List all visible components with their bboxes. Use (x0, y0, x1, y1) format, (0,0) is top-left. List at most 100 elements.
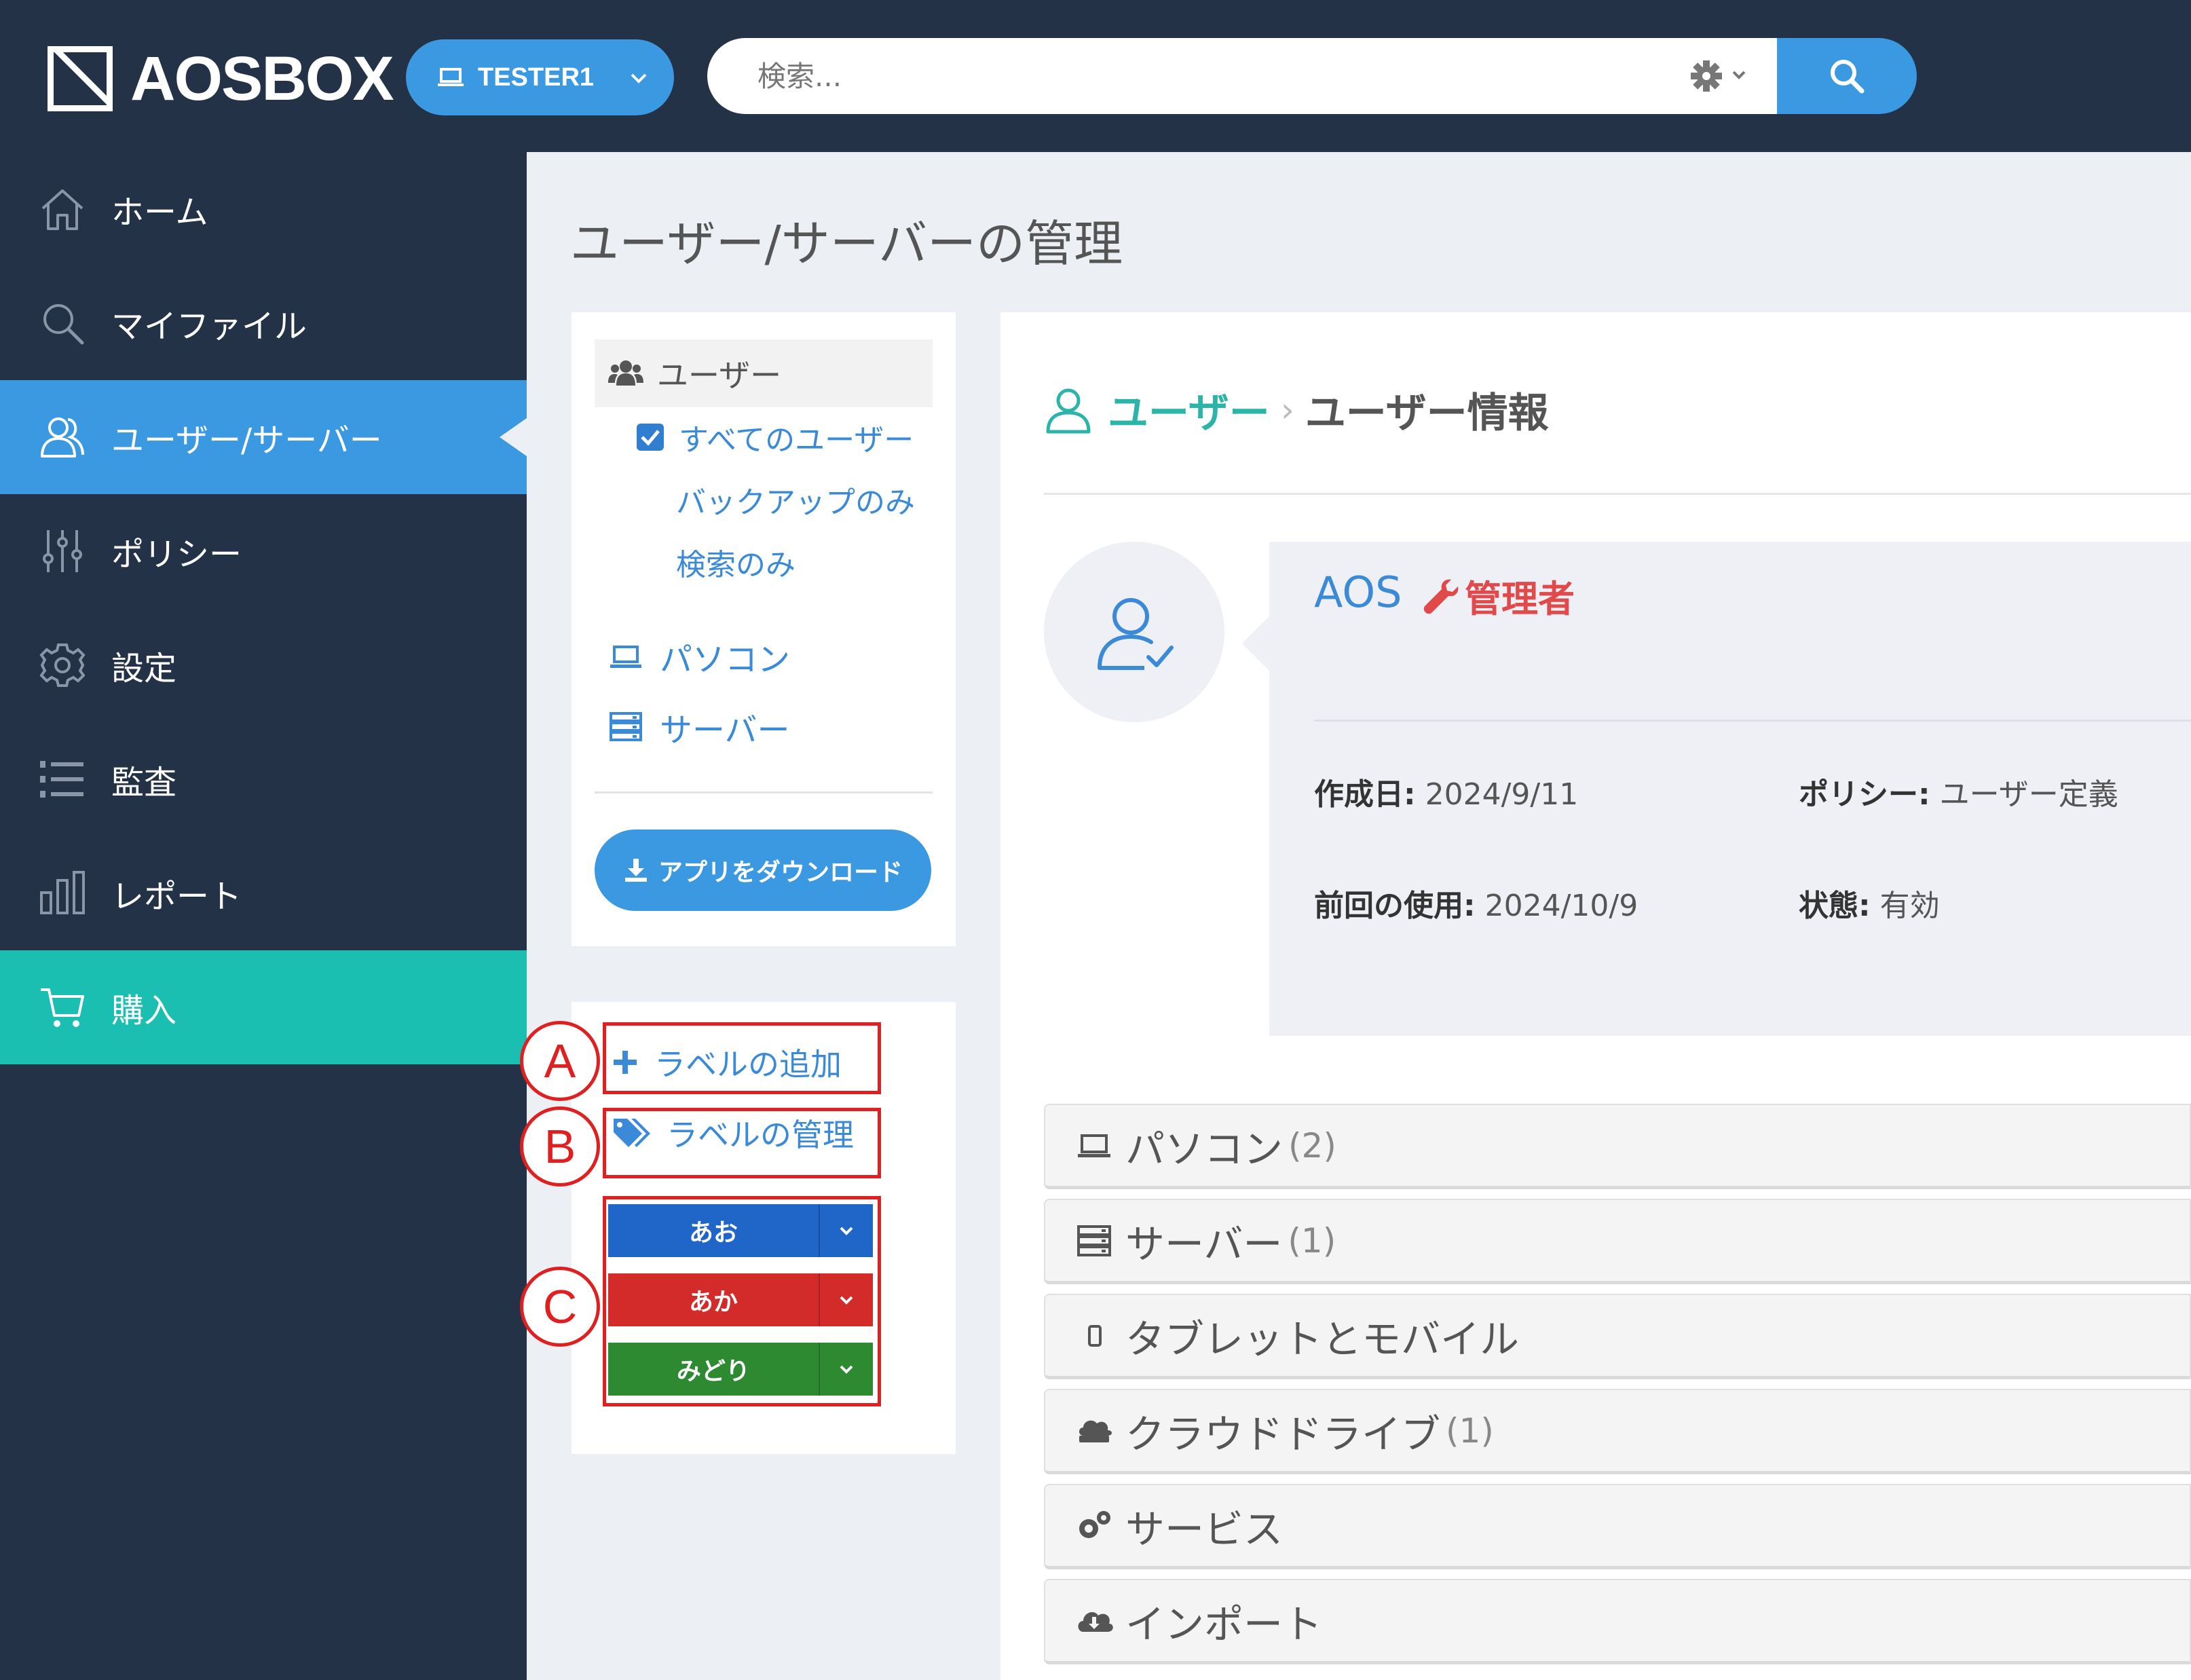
sidebar-item-label: ポリシー (111, 536, 242, 574)
sidebar-item-my-files[interactable]: マイファイル (0, 266, 527, 380)
users-tree-header[interactable]: ユーザー (595, 339, 933, 407)
annotation-box-a (603, 1022, 881, 1094)
annotation-box-c (603, 1196, 881, 1406)
last-used-value: 2024/10/9 (1484, 889, 1638, 923)
cogs-icon (1075, 1507, 1113, 1545)
tenant-selector[interactable]: TESTER1 (406, 39, 674, 115)
annotation-marker-c: C (520, 1267, 600, 1347)
users-tree-label: ユーザー (657, 357, 782, 394)
download-app-button[interactable]: アプリをダウンロード (595, 829, 931, 911)
section-server[interactable]: サーバー (1) (1044, 1199, 2191, 1284)
policy-field: ポリシー: ユーザー定義 (1799, 770, 2118, 813)
sidebar-item-audit[interactable]: 監査 (0, 722, 527, 836)
sidebar-item-label: 購入 (111, 992, 177, 1030)
filter-all-users-label: すべてのユーザー (679, 423, 914, 458)
logo[interactable]: AOSBOX (48, 44, 394, 113)
sidebar-item-report[interactable]: レポート (0, 836, 527, 950)
search-options-gear-icon[interactable] (1690, 58, 1751, 94)
tree-link-pc-label: パソコン (660, 641, 791, 679)
logo-text: AOSBOX (130, 44, 394, 113)
sidebar-item-label: マイファイル (111, 307, 307, 346)
section-services[interactable]: サービス (1044, 1484, 2191, 1569)
tenant-label: TESTER1 (478, 62, 595, 92)
created-value: 2024/9/11 (1425, 777, 1579, 812)
download-icon (624, 859, 647, 882)
top-bar: AOSBOX TESTER1 (0, 0, 2191, 152)
sidebar-item-settings[interactable]: 設定 (0, 608, 527, 722)
search-input[interactable] (757, 56, 1640, 96)
filter-search-only[interactable]: 検索のみ (676, 540, 795, 584)
chevron-down-icon (631, 73, 647, 83)
logo-mark-icon (48, 46, 113, 111)
admin-role-label: 管理者 (1465, 578, 1575, 620)
sidebar-item-label: 監査 (111, 764, 177, 802)
status-label: 状態: (1799, 889, 1871, 923)
created-label: 作成日: (1314, 777, 1416, 812)
section-label: クラウドドライブ (1125, 1411, 1441, 1457)
section-label: インポート (1125, 1601, 1323, 1647)
laptop-icon (438, 68, 464, 86)
users-group-icon (608, 360, 643, 386)
mobile-icon (1075, 1317, 1113, 1355)
sidebar-item-home[interactable]: ホーム (0, 152, 527, 266)
list-numbered-icon (37, 753, 88, 805)
user-icon (1046, 388, 1091, 433)
user-info-card: AOS 管理者 作成日: 2024/9/11 ポリシー: ユーザー定義 前回の使… (1242, 542, 2191, 1036)
section-label: タブレットとモバイル (1125, 1315, 1520, 1362)
breadcrumb-separator-icon: › (1280, 390, 1294, 430)
search-icon (1831, 60, 1865, 94)
search-box (707, 38, 1777, 114)
filter-all-users[interactable]: すべてのユーザー (635, 415, 914, 459)
breadcrumb: ユーザー › ユーザー情報 (1043, 380, 1549, 439)
sidebar-item-policy[interactable]: ポリシー (0, 494, 527, 608)
breadcrumb-users-link[interactable]: ユーザー (1108, 380, 1270, 439)
user-check-icon (1098, 598, 1174, 670)
admin-badge: 管理者 (1421, 569, 1575, 622)
user-name: AOS (1314, 567, 1402, 617)
section-count: (1) (1288, 1220, 1336, 1261)
users-icon (37, 411, 88, 463)
tree-link-pc[interactable]: パソコン (610, 633, 790, 680)
cart-icon (37, 982, 88, 1033)
cloud-download-icon (1075, 1602, 1113, 1640)
cloud-drive-icon (1075, 1412, 1113, 1450)
section-pc[interactable]: パソコン (2) (1044, 1104, 2191, 1189)
status-value: 有効 (1879, 889, 1940, 923)
info-divider (1314, 720, 2191, 722)
sidebar-item-buy[interactable]: 購入 (0, 950, 527, 1064)
last-used-field: 前回の使用: 2024/10/9 (1314, 881, 1638, 925)
tree-link-server-label: サーバー (660, 711, 790, 749)
section-label: サービス (1125, 1506, 1284, 1552)
server-icon (610, 712, 642, 741)
search-button[interactable] (1777, 38, 1917, 114)
status-field: 状態: 有効 (1799, 881, 1940, 925)
section-tablet-mobile[interactable]: タブレットとモバイル (1044, 1294, 2191, 1379)
avatar (1044, 542, 1224, 722)
sidebar-item-label: ユーザー/サーバー (111, 422, 382, 460)
section-count: (1) (1446, 1411, 1494, 1451)
section-import[interactable]: インポート (1044, 1579, 2191, 1664)
filter-backup-only[interactable]: バックアップのみ (676, 478, 915, 521)
panel-divider (595, 791, 933, 794)
server-icon (1075, 1222, 1113, 1260)
home-icon (37, 183, 88, 235)
section-label: サーバー (1125, 1220, 1283, 1267)
policy-label: ポリシー: (1799, 777, 1930, 812)
sidebar-item-users-servers[interactable]: ユーザー/サーバー (0, 380, 527, 494)
tree-link-server[interactable]: サーバー (610, 703, 790, 751)
download-app-label: アプリをダウンロード (658, 858, 903, 886)
laptop-icon (1075, 1127, 1113, 1165)
annotation-box-b (603, 1108, 881, 1178)
gear-icon (37, 639, 88, 691)
annotation-marker-a: A (520, 1021, 600, 1101)
section-cloud-drive[interactable]: クラウドドライブ (1) (1044, 1389, 2191, 1474)
header-divider (1044, 493, 2191, 495)
sidebar-item-label: ホーム (111, 193, 208, 231)
annotation-marker-b: B (520, 1106, 600, 1187)
section-label: パソコン (1125, 1125, 1284, 1172)
wrench-icon (1423, 579, 1459, 614)
page-title: ユーザー/サーバーの管理 (570, 215, 1123, 272)
created-date-field: 作成日: 2024/9/11 (1314, 770, 1578, 813)
bar-chart-icon (37, 867, 88, 919)
sliders-icon (37, 525, 88, 577)
